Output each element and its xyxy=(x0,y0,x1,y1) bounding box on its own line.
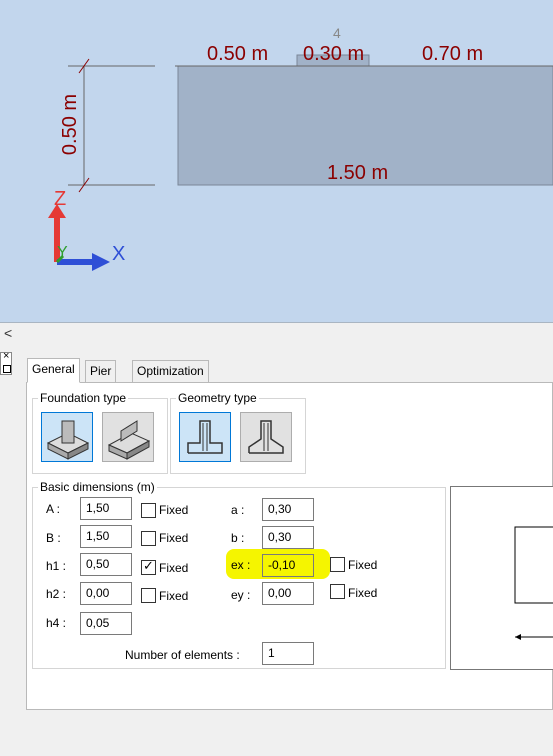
checkbox-fixed-h2[interactable] xyxy=(141,588,156,603)
input-h4[interactable]: 0,05 xyxy=(80,612,132,635)
input-h2[interactable]: 0,00 xyxy=(80,582,132,605)
fixed-label-ex: Fixed xyxy=(348,558,378,572)
collapse-arrow-icon[interactable]: < xyxy=(4,325,12,341)
input-ey[interactable]: 0,00 xyxy=(262,582,314,605)
input-A[interactable]: 1,50 xyxy=(80,497,132,520)
sloped-footing-button[interactable] xyxy=(240,412,292,462)
pier-number: 4 xyxy=(333,25,341,41)
label-h1: h1 : xyxy=(46,559,67,573)
checkbox-fixed-ey[interactable] xyxy=(330,584,345,599)
straight-footing-button[interactable] xyxy=(179,412,231,462)
axis-y-label: Y xyxy=(57,244,68,261)
footing-preview-drawing xyxy=(514,526,553,640)
fixed-label-A: Fixed xyxy=(159,503,189,517)
footing-preview xyxy=(450,486,553,670)
label-h2: h2 : xyxy=(46,587,67,601)
input-b[interactable]: 0,30 xyxy=(262,526,314,549)
label-ey: ey : xyxy=(231,588,251,602)
label-number-of-elements: Number of elements : xyxy=(125,648,240,662)
label-A: A : xyxy=(46,502,61,516)
dimension-left: 0.50 m xyxy=(207,43,269,65)
axis-z-label: Z xyxy=(54,188,67,210)
isolated-footing-icon xyxy=(46,420,90,460)
axis-x-label: X xyxy=(112,243,126,265)
fixed-label-h2: Fixed xyxy=(159,589,189,603)
sloped-footing-icon xyxy=(248,420,284,454)
dimension-pier-width: 0.30 m xyxy=(303,43,365,65)
dimension-right: 0.70 m xyxy=(422,43,484,65)
properties-panel: × General Pier Optimization Foundation t… xyxy=(0,346,553,756)
strip-footing-icon xyxy=(107,420,151,460)
label-h4: h4 : xyxy=(46,616,67,630)
geometry-type-label: Geometry type xyxy=(176,391,259,405)
tab-pier[interactable]: Pier xyxy=(85,360,117,383)
input-a[interactable]: 0,30 xyxy=(262,498,314,521)
input-B[interactable]: 1,50 xyxy=(80,525,132,548)
label-b: b : xyxy=(231,531,245,545)
checkbox-fixed-A[interactable] xyxy=(141,503,156,518)
label-ex: ex : xyxy=(231,558,251,572)
isolated-footing-button[interactable] xyxy=(41,412,93,462)
panel-splitter[interactable]: < xyxy=(0,322,553,347)
label-B: B : xyxy=(46,531,61,545)
dimension-height: 0.50 m xyxy=(59,93,82,156)
label-a: a : xyxy=(231,503,245,517)
checkbox-fixed-ex[interactable] xyxy=(330,557,345,572)
fixed-label-ey: Fixed xyxy=(348,586,378,600)
fixed-label-B: Fixed xyxy=(159,531,189,545)
input-number-of-elements[interactable]: 1 xyxy=(262,642,314,665)
close-icon[interactable]: × xyxy=(3,350,9,362)
input-h1[interactable]: 0,50 xyxy=(80,553,132,576)
foundation-type-label: Foundation type xyxy=(38,391,129,405)
input-ex[interactable]: -0,10 xyxy=(262,554,314,577)
basic-dimensions-label: Basic dimensions (m) xyxy=(38,480,157,494)
viewport-3d[interactable]: 4 0.50 m 0.30 m 0.70 m 0.50 m 1.50 m Z Y… xyxy=(0,0,553,322)
straight-footing-icon xyxy=(187,420,223,454)
tab-optimization[interactable]: Optimization xyxy=(132,360,209,383)
dimension-total-width: 1.50 m xyxy=(327,162,389,184)
checkmark-icon: ✓ xyxy=(143,558,154,573)
checkbox-fixed-B[interactable] xyxy=(141,531,156,546)
checkbox-fixed-h1[interactable]: ✓ xyxy=(141,558,156,575)
panel-toolbar: × xyxy=(0,350,12,375)
fixed-label-h1: Fixed xyxy=(159,561,189,575)
tab-general[interactable]: General xyxy=(27,358,80,383)
pin-icon[interactable] xyxy=(3,365,11,373)
strip-footing-button[interactable] xyxy=(102,412,154,462)
